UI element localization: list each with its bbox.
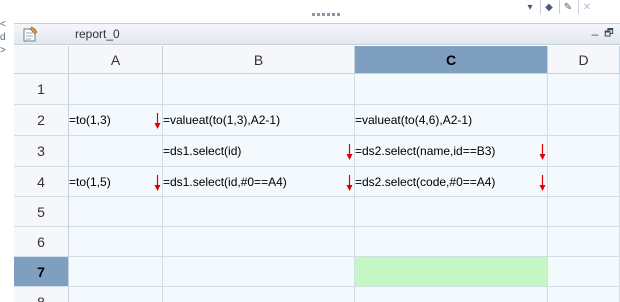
cell-d6[interactable] (548, 227, 620, 257)
cell-c2[interactable]: =valueat(to(4,6),A2-1) (355, 105, 548, 136)
cell-b2-formula: =valueat(to(1,3),A2-1) (163, 113, 281, 127)
cell-a4[interactable]: =to(1,5) (69, 167, 163, 197)
cell-b5[interactable] (163, 197, 355, 227)
drag-grip-handle[interactable] (312, 13, 340, 16)
cell-d2[interactable] (548, 105, 620, 136)
cell-a4-formula: =to(1,5) (69, 174, 111, 189)
expand-down-arrow-icon (154, 175, 161, 191)
row-header-3[interactable]: 3 (14, 136, 69, 167)
cell-a2[interactable]: =to(1,3) (69, 105, 163, 136)
column-header-a[interactable]: A (69, 46, 163, 74)
window-title: report_0 (75, 27, 120, 41)
stub-glyph: d (0, 32, 6, 43)
restore-button[interactable]: 🗗 (602, 27, 616, 41)
column-header-c[interactable]: C (355, 46, 548, 74)
toolbar-icons: ▾ ◆ ✎ ✕ (522, 0, 595, 14)
cell-c3[interactable]: =ds2.select(name,id==B3) (355, 136, 548, 167)
report-window-titlebar: report_0 – 🗗 (14, 23, 620, 45)
cell-a6[interactable] (69, 227, 163, 257)
cell-c3-formula: =ds2.select(name,id==B3) (355, 144, 496, 158)
row-header-1[interactable]: 1 (14, 74, 69, 105)
cell-d3[interactable] (548, 136, 620, 167)
row-header-2[interactable]: 2 (14, 105, 69, 136)
cell-c6[interactable] (355, 227, 548, 257)
expand-down-arrow-icon (539, 175, 546, 191)
pin-icon[interactable]: ◆ (540, 0, 557, 14)
cell-c5[interactable] (355, 197, 548, 227)
row-header-5[interactable]: 5 (14, 197, 69, 227)
stub-glyph: > (0, 45, 6, 56)
cell-c2-formula: =valueat(to(4,6),A2-1) (355, 113, 473, 127)
row-header-7[interactable]: 7 (14, 257, 69, 287)
left-panel-collapse-stub[interactable]: < d > (0, 18, 12, 58)
column-header-d[interactable]: D (548, 46, 620, 74)
cell-c7-selected[interactable] (355, 257, 548, 287)
pin-icon[interactable]: ✕ (578, 0, 595, 14)
chevron-down-icon[interactable]: ▾ (522, 0, 538, 14)
cell-a5[interactable] (69, 197, 163, 227)
report-document-icon (23, 26, 38, 42)
cell-b1[interactable] (163, 74, 355, 105)
cell-b4[interactable]: =ds1.select(id,#0==A4) (163, 167, 355, 197)
cell-b7[interactable] (163, 257, 355, 287)
expand-down-arrow-icon (154, 113, 161, 129)
cell-c8[interactable] (355, 287, 548, 302)
cell-d4[interactable] (548, 167, 620, 197)
row-header-4[interactable]: 4 (14, 167, 69, 197)
cell-c1[interactable] (355, 74, 548, 105)
cell-b4-formula: =ds1.select(id,#0==A4) (163, 174, 287, 189)
cell-b3[interactable]: =ds1.select(id) (163, 136, 355, 167)
cell-c4[interactable]: =ds2.select(code,#0==A4) (355, 167, 548, 197)
cell-a8[interactable] (69, 287, 163, 302)
row-header-8[interactable]: 8 (14, 287, 69, 302)
cell-b2[interactable]: =valueat(to(1,3),A2-1) (163, 105, 355, 136)
cell-d8[interactable] (548, 287, 620, 302)
cell-d1[interactable] (548, 74, 620, 105)
column-header-b[interactable]: B (163, 46, 355, 74)
grid-corner[interactable] (14, 46, 69, 74)
cell-a2-formula: =to(1,3) (69, 113, 111, 127)
cell-a3[interactable] (69, 136, 163, 167)
cell-b8[interactable] (163, 287, 355, 302)
minimize-button[interactable]: – (588, 27, 602, 41)
cell-b3-formula: =ds1.select(id) (163, 144, 242, 158)
row-header-6[interactable]: 6 (14, 227, 69, 257)
expand-down-arrow-icon (539, 144, 546, 160)
cell-a1[interactable] (69, 74, 163, 105)
cell-a7[interactable] (69, 257, 163, 287)
cell-d7[interactable] (548, 257, 620, 287)
tools-icon[interactable]: ✎ (559, 0, 576, 14)
stub-glyph: < (0, 19, 6, 30)
cell-c4-formula: =ds2.select(code,#0==A4) (355, 174, 496, 189)
spreadsheet-grid[interactable]: A B C D 1 2 3 4 5 6 7 8 =to(1,3) =valuea… (14, 46, 620, 302)
cell-b6[interactable] (163, 227, 355, 257)
cell-d5[interactable] (548, 197, 620, 227)
expand-down-arrow-icon (346, 175, 353, 191)
expand-down-arrow-icon (346, 144, 353, 160)
